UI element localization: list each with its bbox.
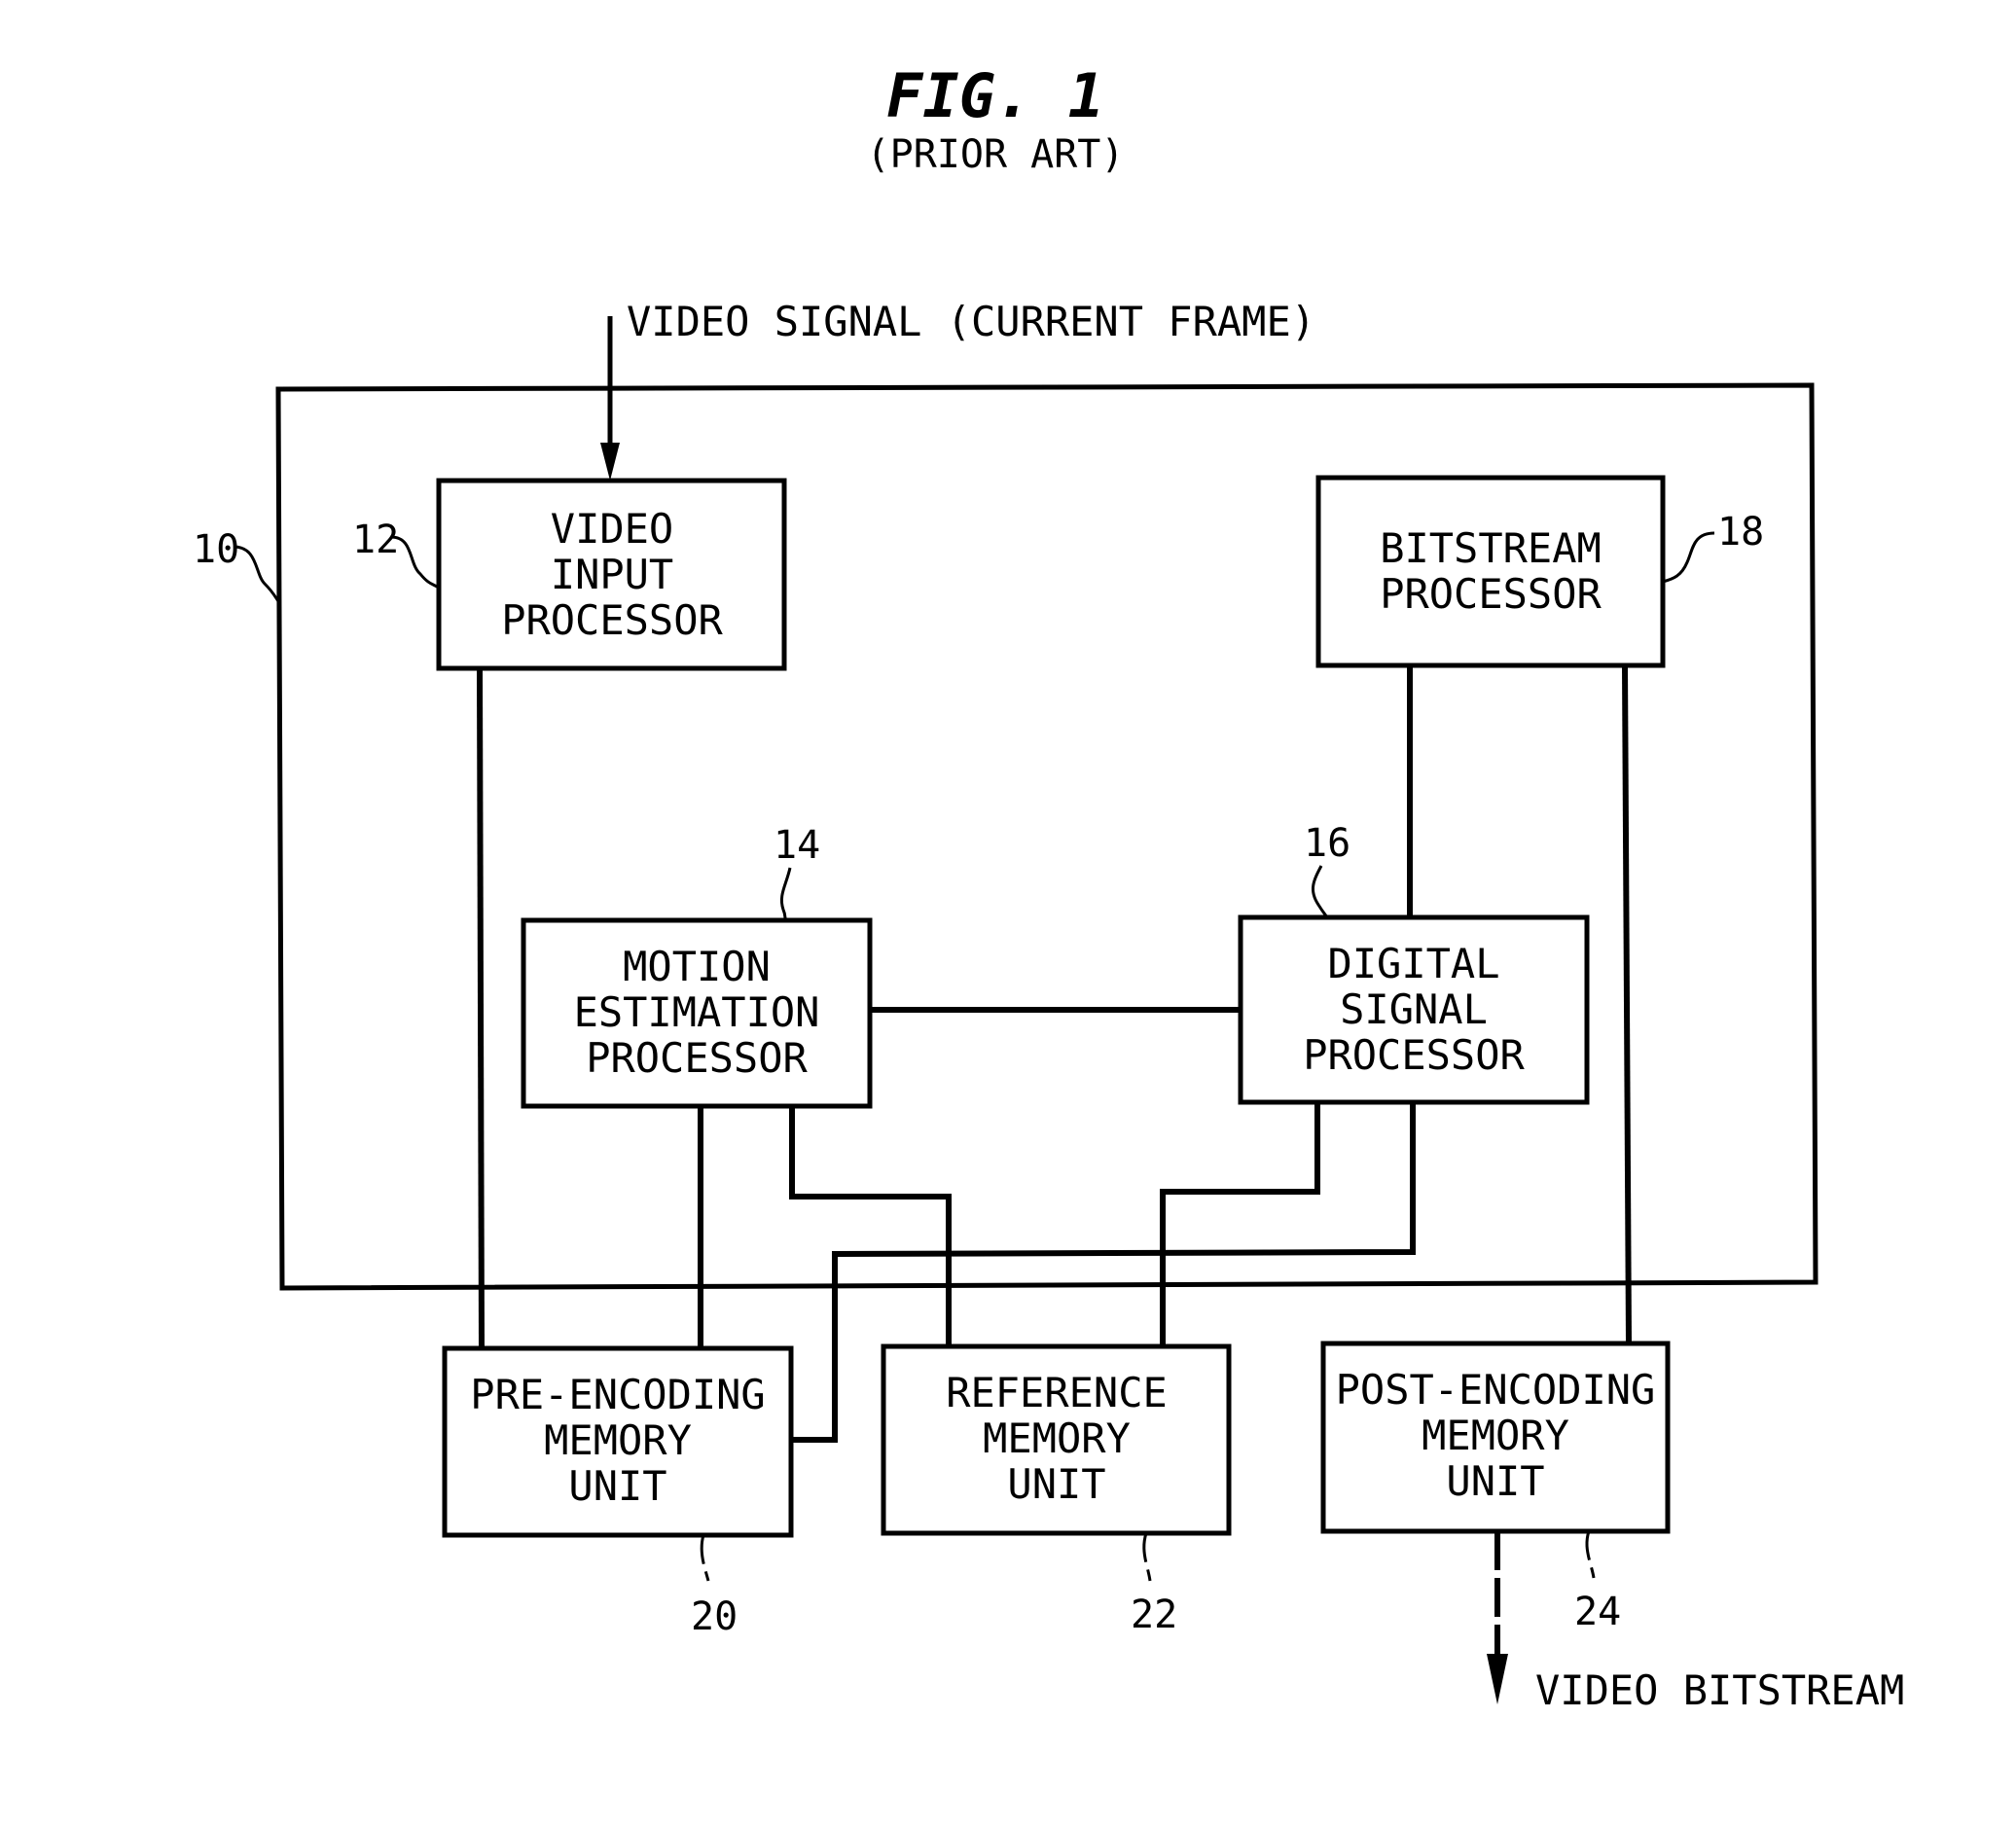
bitstream-to-postenc-line	[1622, 664, 1632, 1344]
input-label: VIDEO SIGNAL (CURRENT FRAME)	[627, 298, 1315, 345]
svg-text:PROCESSOR: PROCESSOR	[501, 596, 723, 644]
reference-leader	[1142, 1532, 1152, 1582]
svg-text:PRE-ENCODING: PRE-ENCODING	[470, 1371, 765, 1418]
post-encoding-leader	[1585, 1530, 1596, 1579]
svg-text:UNIT: UNIT	[1446, 1457, 1544, 1505]
svg-text:MOTION: MOTION	[623, 943, 771, 990]
svg-text:MEMORY: MEMORY	[983, 1414, 1131, 1462]
motion-estimation-processor-block: MOTION ESTIMATION PROCESSOR	[521, 917, 873, 1109]
bitstream-processor-block: BITSTREAM PROCESSOR	[1315, 475, 1666, 668]
svg-text:POST-ENCODING: POST-ENCODING	[1336, 1366, 1656, 1414]
bitstream-ref: 18	[1717, 510, 1764, 555]
post-encoding-memory-unit-block: POST-ENCODING MEMORY UNIT	[1320, 1341, 1671, 1534]
digital-signal-leader	[1311, 865, 1329, 918]
pre-encoding-memory-unit-block: PRE-ENCODING MEMORY UNIT	[442, 1345, 794, 1538]
svg-text:ESTIMATION: ESTIMATION	[574, 988, 820, 1036]
digital-signal-ref: 16	[1304, 821, 1350, 866]
svg-text:SIGNAL: SIGNAL	[1340, 985, 1488, 1033]
output-arrow	[1487, 1531, 1508, 1704]
system-leader	[233, 545, 280, 602]
me-to-ref-line	[789, 1106, 952, 1346]
svg-text:BITSTREAM: BITSTREAM	[1380, 524, 1602, 572]
svg-text:INPUT: INPUT	[551, 551, 673, 598]
reference-memory-unit-block: REFERENCE MEMORY UNIT	[881, 1343, 1232, 1536]
svg-text:PROCESSOR: PROCESSOR	[586, 1034, 808, 1082]
svg-text:PROCESSOR: PROCESSOR	[1380, 570, 1602, 618]
pre-encoding-leader	[700, 1534, 710, 1582]
bitstream-leader	[1662, 531, 1715, 584]
block-diagram: FIG. 1 (PRIOR ART) VIDEO SIGNAL (CURRENT…	[193, 60, 1904, 1714]
video-input-ref: 12	[352, 518, 399, 562]
svg-text:UNIT: UNIT	[568, 1462, 666, 1510]
svg-text:REFERENCE: REFERENCE	[946, 1369, 1168, 1416]
figure-title: FIG. 1	[886, 60, 1104, 131]
svg-text:VIDEO: VIDEO	[551, 505, 673, 553]
motion-estimation-leader	[779, 867, 792, 922]
system-ref: 10	[193, 527, 239, 572]
input-arrow	[600, 316, 620, 481]
vip-to-preenc-line	[477, 667, 485, 1349]
svg-text:DIGITAL: DIGITAL	[1327, 940, 1499, 987]
svg-text:MEMORY: MEMORY	[544, 1416, 692, 1464]
reference-ref: 22	[1131, 1593, 1177, 1637]
motion-estimation-ref: 14	[774, 823, 820, 868]
pre-encoding-ref: 20	[691, 1594, 738, 1639]
figure-subtitle: (PRIOR ART)	[867, 132, 1125, 177]
digital-signal-processor-block: DIGITAL SIGNAL PROCESSOR	[1238, 914, 1590, 1105]
output-label: VIDEO BITSTREAM	[1535, 1666, 1904, 1714]
svg-text:PROCESSOR: PROCESSOR	[1303, 1031, 1525, 1079]
post-encoding-ref: 24	[1574, 1590, 1621, 1634]
svg-text:UNIT: UNIT	[1007, 1460, 1105, 1508]
svg-text:MEMORY: MEMORY	[1422, 1412, 1569, 1459]
dsp-to-ref-line	[1160, 1102, 1320, 1346]
video-input-processor-block: VIDEO INPUT PROCESSOR	[436, 478, 787, 671]
